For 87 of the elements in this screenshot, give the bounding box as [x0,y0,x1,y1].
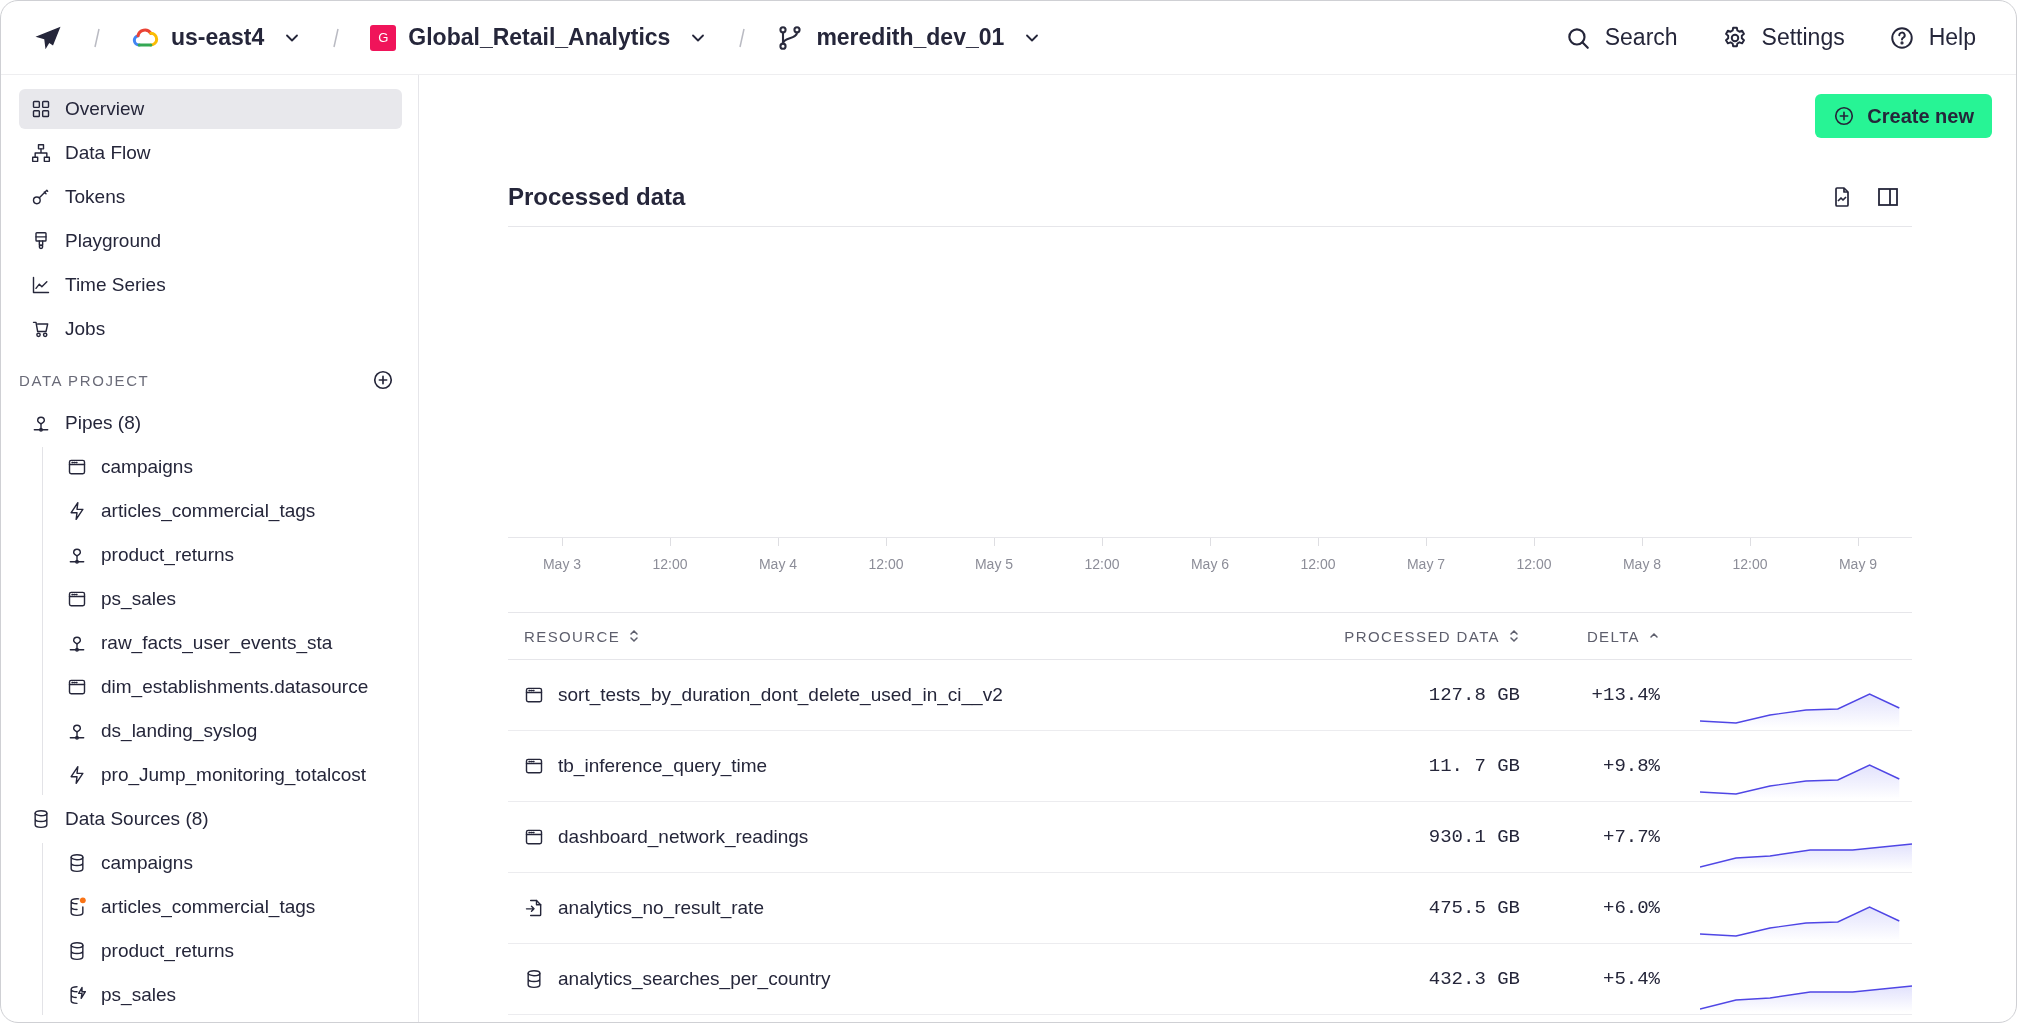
hierarchy-icon [31,143,51,163]
column-header[interactable]: PROCESSED DATA [1344,627,1520,645]
axis-label: May 5 [974,556,1014,572]
tree-item[interactable]: dim_establishments.datasource [53,667,402,707]
window-icon [67,677,87,697]
axis-label: May 9 [1838,556,1878,572]
table-cell-text: +7.7% [1602,826,1661,848]
database-icon [67,941,87,961]
database-lightning-icon [67,985,87,1005]
nav-item[interactable]: Data Flow [19,133,402,173]
axis-label: May 6 [1190,556,1230,572]
workspace-badge: G [370,24,397,51]
help-link[interactable]: Help [1888,24,1976,51]
resource-name[interactable]: analytics_no_result_rate [558,897,764,919]
axis-label: 12:00 [868,556,904,572]
axis-label: May 7 [1406,556,1446,572]
create-new-button[interactable]: Create new [1815,94,1992,138]
lightning-icon [67,501,87,521]
tree-item[interactable]: articles_commercial_tags [53,887,402,927]
search-link[interactable]: Search [1564,24,1678,51]
database-icon [67,853,87,873]
resource-name[interactable]: analytics_searches_per_country [558,968,831,990]
table-cell-text: +9.8% [1602,755,1661,777]
grid-icon [31,99,51,119]
nav-item[interactable]: Jobs [19,309,402,349]
axis-label: 12:00 [1732,556,1768,572]
axis-label: 12:00 [1516,556,1552,572]
table-cell-text: +13.4% [1590,684,1661,706]
tree-item[interactable]: ps_sales [53,579,402,619]
database-icon [31,809,51,829]
nav-item[interactable]: Overview [19,89,402,129]
column-header[interactable]: RESOURCE [524,627,641,645]
breadcrumb-separator [93,27,101,48]
window-icon [524,685,544,705]
panel-title: Processed data [508,183,686,211]
resource-name[interactable]: tb_inference_query_time [558,755,768,777]
nav-item[interactable]: Playground [19,221,402,261]
database-icon [67,897,87,917]
table-cell-text: 127.8 GB [1427,684,1521,706]
tree-item[interactable]: campaigns [53,447,402,487]
table-cell-text: +6.0% [1602,897,1661,919]
table-cell-text: 432.3 GB [1427,968,1521,990]
tree-item[interactable]: raw_facts_user_events_sta [53,623,402,663]
help-icon [1888,24,1915,51]
key-icon [31,187,51,207]
resource-name[interactable]: sort_tests_by_duration_dont_delete_used_in_ci__v2 [558,684,1003,706]
window-icon [67,589,87,609]
table-cell-text: 930.1 GB [1427,826,1521,848]
table-cell-text: 475.5 GB [1427,897,1521,919]
breadcrumb-separator [738,27,747,48]
axis-label: May 8 [1622,556,1662,572]
tree-item[interactable]: articles_commercial_tags [53,491,402,531]
tree-group[interactable]: Pipes (8) [19,403,402,443]
resource-name[interactable]: dashboard_network_readings [558,826,809,848]
tree-item[interactable]: ps_sales [53,975,402,1015]
window-icon [524,756,544,776]
cart-icon [31,319,51,339]
window-icon [524,827,544,847]
window-icon [67,457,87,477]
add-icon[interactable] [372,369,394,391]
tree-item[interactable]: product_returns [53,535,402,575]
axis-label: 12:00 [652,556,688,572]
file-import-icon [524,898,544,918]
database-icon [524,969,544,989]
table-cell-text: +5.4% [1602,968,1661,990]
nav-item[interactable]: Tokens [19,177,402,217]
axis-label: May 3 [542,556,582,572]
breadcrumb-dropdown[interactable]: us-east4 [171,24,265,51]
table-cell-text: 11. 7 GB [1427,755,1521,777]
axis-label: May 4 [758,556,798,572]
side-panel-icon[interactable] [1876,185,1900,209]
tree-group[interactable]: Data Sources (8) [19,799,402,839]
tree-item[interactable]: ds_landing_syslog [53,711,402,751]
column-header[interactable]: DELTA [1586,627,1660,645]
breadcrumb-dropdown[interactable]: meredith_dev_01 [816,24,1005,51]
nav-item[interactable]: Time Series [19,265,402,305]
breadcrumb-dropdown[interactable]: Global_Retail_Analytics [408,24,671,51]
breadcrumb-separator [332,27,341,48]
axis-label: 12:00 [1300,556,1336,572]
line-chart-icon [31,275,51,295]
settings-link[interactable]: Settings [1721,24,1845,51]
tree-item[interactable]: campaigns [53,843,402,883]
axis-label: 12:00 [1084,556,1120,572]
tree-item[interactable]: pro_Jump_monitoring_totalcost [53,755,402,795]
tree-item[interactable]: product_returns [53,931,402,971]
section-heading: DATA PROJECT [19,371,150,389]
plus-circle-icon [1833,105,1856,127]
